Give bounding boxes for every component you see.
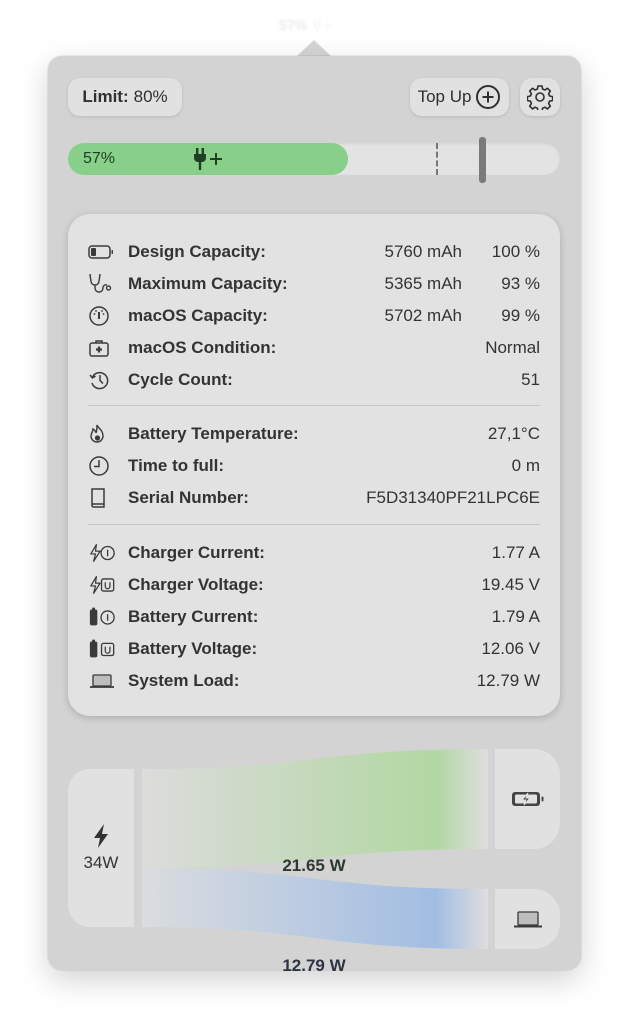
history-icon: [89, 371, 109, 390]
info-row-time-to-full: Time to full: 0 m: [88, 452, 540, 480]
battery-voltage-icon: [89, 639, 115, 658]
row-percent: 93 %: [501, 274, 540, 293]
limit-label: Limit:: [82, 87, 129, 106]
info-row-system-load: System Load: 12.79 W: [88, 667, 540, 695]
info-row-serial-number: Serial Number: F5D31340PF21LPC6E: [88, 484, 540, 512]
power-source-node: 34W: [68, 769, 134, 927]
row-percent: 100 %: [491, 242, 540, 261]
row-label: Charger Current:: [128, 543, 265, 562]
limit-value: 80%: [133, 87, 168, 106]
plug-plus-icon: [194, 148, 222, 170]
info-row-battery-voltage: Battery Voltage: 12.06 V: [88, 635, 540, 663]
battery-current-icon: [89, 607, 115, 626]
row-label: Time to full:: [128, 456, 225, 475]
info-row-charger-current: Charger Current: 1.77 A: [88, 539, 540, 567]
row-value: 27,1°C: [487, 424, 540, 443]
info-row-cycle-count: Cycle Count: 51: [88, 366, 540, 394]
medical-kit-icon: [89, 340, 109, 357]
gauge-icon: [89, 306, 109, 326]
charge-limit-marker: [435, 143, 438, 175]
row-value: 5760 mAh: [384, 242, 463, 261]
charger-voltage-icon: [90, 575, 115, 595]
system-destination-node: [495, 889, 560, 949]
power-flow-bands: [142, 749, 488, 949]
battery-info-card: Design Capacity: 5760 mAh 100 % Maximum …: [68, 214, 560, 716]
popover-arrow: [296, 40, 332, 57]
top-up-label: Top Up: [417, 87, 472, 106]
info-row-battery-current: Battery Current: 1.79 A: [88, 603, 540, 631]
section-divider: [88, 405, 540, 406]
row-label: Design Capacity:: [128, 242, 266, 261]
row-value: 19.45 V: [481, 575, 540, 594]
info-row-charger-voltage: Charger Voltage: 19.45 V: [88, 571, 540, 599]
info-row-macos-capacity: macOS Capacity: 5702 mAh 99 %: [88, 302, 540, 330]
bolt-icon: [94, 824, 108, 848]
row-label: macOS Capacity:: [128, 306, 268, 325]
row-label: Battery Temperature:: [128, 424, 299, 443]
row-label: Battery Voltage:: [128, 639, 258, 658]
row-label: macOS Condition:: [128, 338, 277, 357]
row-label: Charger Voltage:: [128, 575, 264, 594]
battery-popover: Limit: 80% Top Up 57% Design Capacity: 5…: [48, 56, 581, 975]
row-label: Maximum Capacity:: [128, 274, 288, 293]
info-row-macos-condition: macOS Condition: Normal: [88, 334, 540, 362]
battery-percent-label: 57%: [83, 150, 116, 167]
laptop-icon: [513, 911, 542, 928]
row-value: 12.79 W: [476, 671, 540, 690]
menubar-battery-percent: 57%: [279, 17, 308, 33]
row-value: F5D31340PF21LPC6E: [366, 488, 540, 507]
flame-icon: [90, 424, 104, 443]
row-value: 12.06 V: [481, 639, 540, 658]
info-row-battery-temperature: Battery Temperature: 27,1°C: [88, 420, 540, 448]
battery-flow-watts: 21.65 W: [282, 856, 346, 875]
settings-button[interactable]: [520, 78, 560, 116]
menubar-battery-status[interactable]: 57%: [279, 14, 335, 36]
system-flow-watts: 12.79 W: [282, 956, 346, 975]
row-percent: 99 %: [501, 306, 540, 325]
power-source-watts: 34W: [83, 853, 119, 872]
book-icon: [91, 488, 105, 508]
row-value: 51: [521, 370, 540, 389]
plus-circle-icon: [476, 85, 501, 109]
plug-plus-icon: [311, 17, 335, 33]
battery-flow-band: [142, 749, 488, 869]
row-label: Cycle Count:: [128, 370, 233, 389]
section-divider: [88, 524, 540, 525]
top-up-button[interactable]: Top Up: [410, 78, 509, 116]
info-row-design-capacity: Design Capacity: 5760 mAh 100 %: [88, 238, 540, 266]
row-label: Battery Current:: [128, 607, 259, 626]
row-value: Normal: [485, 338, 540, 357]
battery-destination-node: [495, 749, 560, 849]
row-label: System Load:: [128, 671, 240, 690]
row-value: 5702 mAh: [384, 306, 463, 325]
gear-icon: [527, 85, 553, 110]
row-value: 0 m: [511, 456, 540, 475]
row-label: Serial Number:: [128, 488, 249, 507]
clock-icon: [89, 456, 109, 476]
row-value: 5365 mAh: [384, 274, 463, 293]
row-value: 1.79 A: [491, 607, 540, 626]
battery-charging-icon: [511, 792, 543, 806]
charge-limit-button[interactable]: Limit: 80%: [68, 78, 182, 116]
info-row-maximum-capacity: Maximum Capacity: 5365 mAh 93 %: [88, 270, 540, 298]
stethoscope-icon: [89, 274, 112, 293]
battery-icon: [88, 245, 113, 259]
laptop-icon: [90, 674, 114, 688]
row-value: 1.77 A: [491, 543, 540, 562]
battery-level-bar: 57%: [68, 137, 560, 183]
limit-slider-handle[interactable]: [479, 137, 486, 183]
power-flow-diagram: 34W 21.65 W 12.79 W: [68, 749, 560, 975]
charger-current-icon: [90, 543, 115, 563]
system-flow-band: [142, 868, 488, 949]
